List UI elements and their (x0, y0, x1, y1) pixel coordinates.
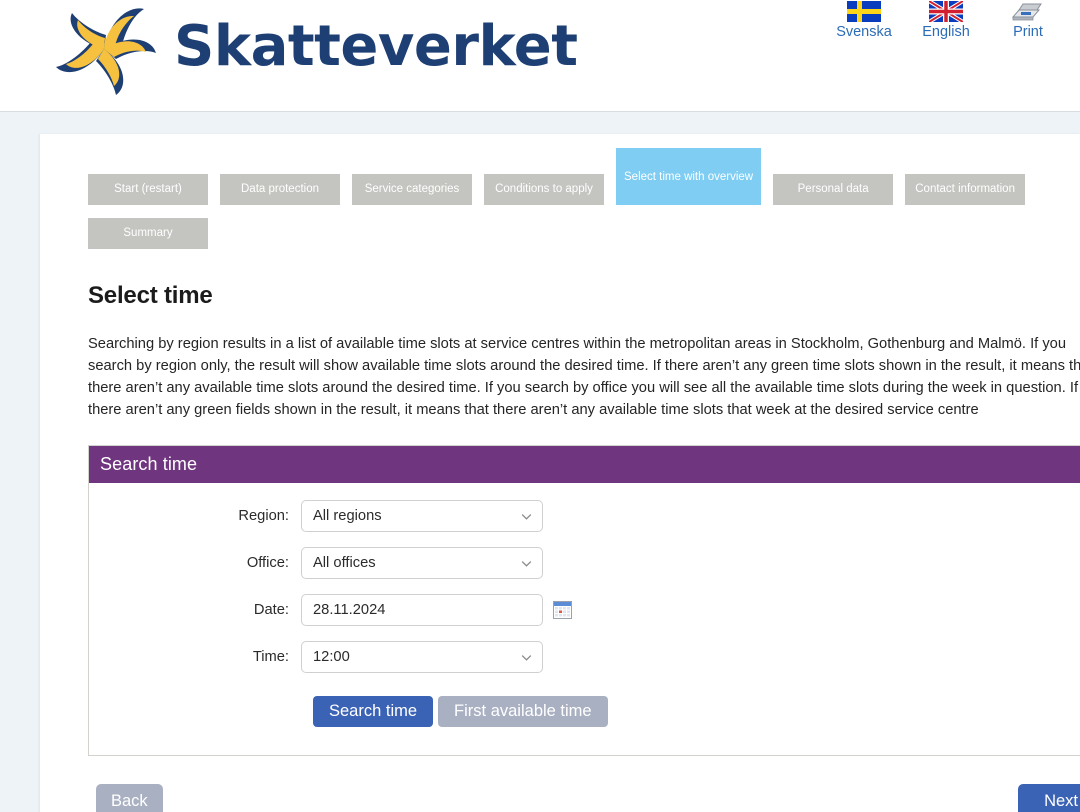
next-button[interactable]: Next (1018, 784, 1080, 812)
chevron-down-icon (521, 654, 532, 661)
tab-service-categories[interactable]: Service categories (352, 174, 472, 205)
language-english-link[interactable]: English (916, 0, 976, 40)
time-label: Time: (252, 649, 289, 665)
printer-icon (998, 0, 1058, 22)
language-english-label: English (922, 24, 970, 40)
region-value: All regions (313, 508, 382, 524)
tab-contact-information[interactable]: Contact information (905, 174, 1026, 205)
office-label: Office: (246, 555, 289, 571)
page-title: Select time (88, 282, 213, 309)
office-row: Office: All offices (89, 547, 1080, 579)
brand-logo[interactable]: Skatteverket (40, 0, 578, 104)
date-row: Date: 28.11.2024 (89, 594, 1080, 626)
tab-data-protection[interactable]: Data protection (220, 174, 340, 205)
region-label: Region: (238, 508, 289, 524)
language-svenska-link[interactable]: Svenska (834, 0, 894, 40)
search-actions: Search time First available time (89, 696, 1080, 727)
time-select[interactable]: 12:00 (301, 641, 543, 673)
tab-summary[interactable]: Summary (88, 218, 208, 249)
search-time-form: Region: All regions Office: All offices (89, 483, 1080, 755)
print-label: Print (1013, 24, 1043, 40)
date-label: Date: (253, 602, 289, 618)
wizard-footer-nav: Back Next (88, 784, 1080, 812)
search-time-panel-header: Search time ? (89, 446, 1080, 483)
skatteverket-logo-icon (56, 8, 156, 95)
page-root: Skatteverket Svenska English Print Start… (0, 0, 1080, 812)
wizard-tabs: Start (restart) Data protection Service … (40, 134, 1040, 205)
brand-name: Skatteverket (174, 14, 578, 79)
time-row: Time: 12:00 (89, 641, 1080, 673)
region-select[interactable]: All regions (301, 500, 543, 532)
tab-select-time-with-overview[interactable]: Select time with overview (616, 148, 762, 205)
intro-paragraph: Searching by region results in a list of… (88, 336, 1080, 418)
swedish-flag-icon (834, 0, 894, 22)
language-svenska-label: Svenska (836, 24, 892, 40)
time-value: 12:00 (313, 649, 350, 665)
header-tools: Svenska English Print (834, 0, 1058, 40)
back-button[interactable]: Back (96, 784, 163, 812)
content-card: Start (restart) Data protection Service … (40, 134, 1080, 812)
search-time-button[interactable]: Search time (313, 696, 434, 727)
office-select[interactable]: All offices (301, 547, 543, 579)
date-input[interactable]: 28.11.2024 (301, 594, 543, 626)
search-time-panel-title: Search time (100, 454, 198, 474)
tab-personal-data[interactable]: Personal data (773, 174, 894, 205)
tab-start-restart[interactable]: Start (restart) (88, 174, 208, 205)
chevron-down-icon (521, 513, 532, 520)
tab-conditions-to-apply[interactable]: Conditions to apply (484, 174, 604, 205)
office-value: All offices (313, 555, 376, 571)
calendar-icon[interactable] (553, 601, 572, 619)
uk-flag-icon (916, 0, 976, 22)
first-available-time-button[interactable]: First available time (438, 696, 608, 727)
print-link[interactable]: Print (998, 0, 1058, 40)
chevron-down-icon (521, 560, 532, 567)
site-header: Skatteverket Svenska English Print (0, 0, 1080, 112)
search-time-panel: Search time ? Region: All regions Office… (88, 445, 1080, 756)
region-row: Region: All regions (89, 500, 1080, 532)
wizard-tabs-row-2: Summary (40, 205, 1080, 249)
